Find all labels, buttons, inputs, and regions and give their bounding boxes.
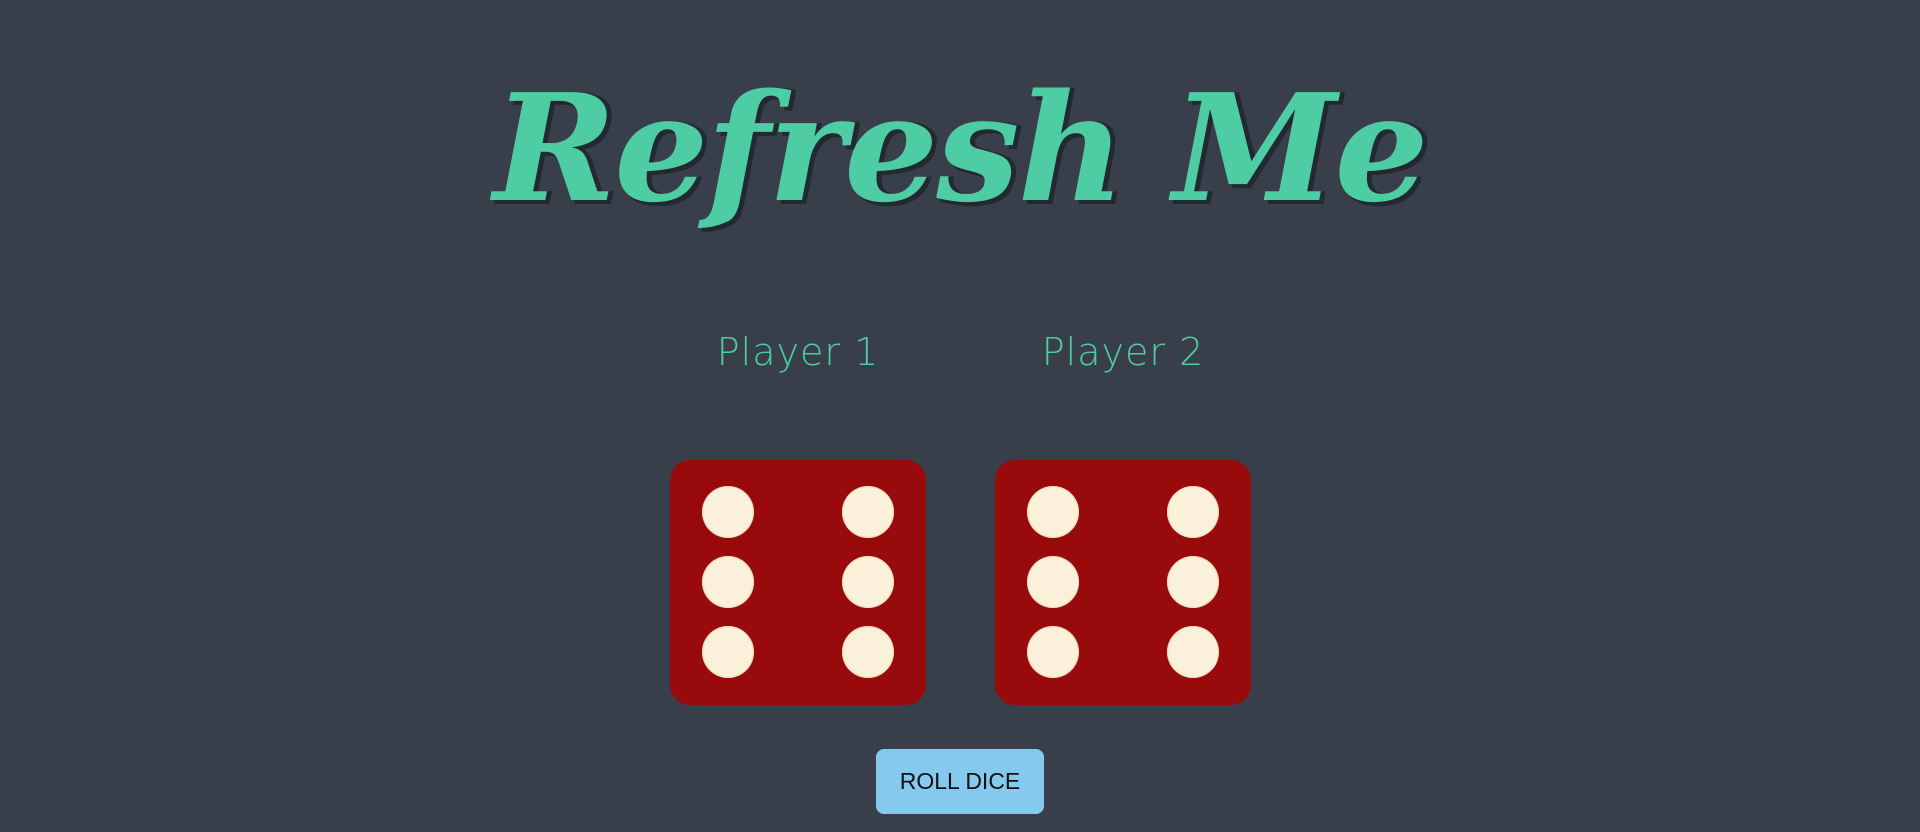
player-2-die [995, 460, 1251, 705]
die-pip [702, 556, 754, 608]
die-pip [1167, 486, 1219, 538]
die-pip [1167, 556, 1219, 608]
die-pip [1167, 626, 1219, 678]
die-pip [702, 626, 754, 678]
player-2-label: Player 2 [1041, 330, 1205, 374]
die-pip [842, 486, 894, 538]
player-1-panel: Player 1 [670, 326, 926, 705]
player-1-label: Player 1 [716, 330, 880, 374]
roll-dice-button[interactable]: ROLL DICE [876, 749, 1044, 814]
die-pip [842, 626, 894, 678]
die-pip [842, 556, 894, 608]
page-title: Refresh Me [493, 61, 1428, 235]
player-2-panel: Player 2 [995, 326, 1251, 705]
die-pip [702, 486, 754, 538]
die-pip [1027, 486, 1079, 538]
die-pip [1027, 626, 1079, 678]
die-pip [1027, 556, 1079, 608]
player-1-die [670, 460, 926, 705]
